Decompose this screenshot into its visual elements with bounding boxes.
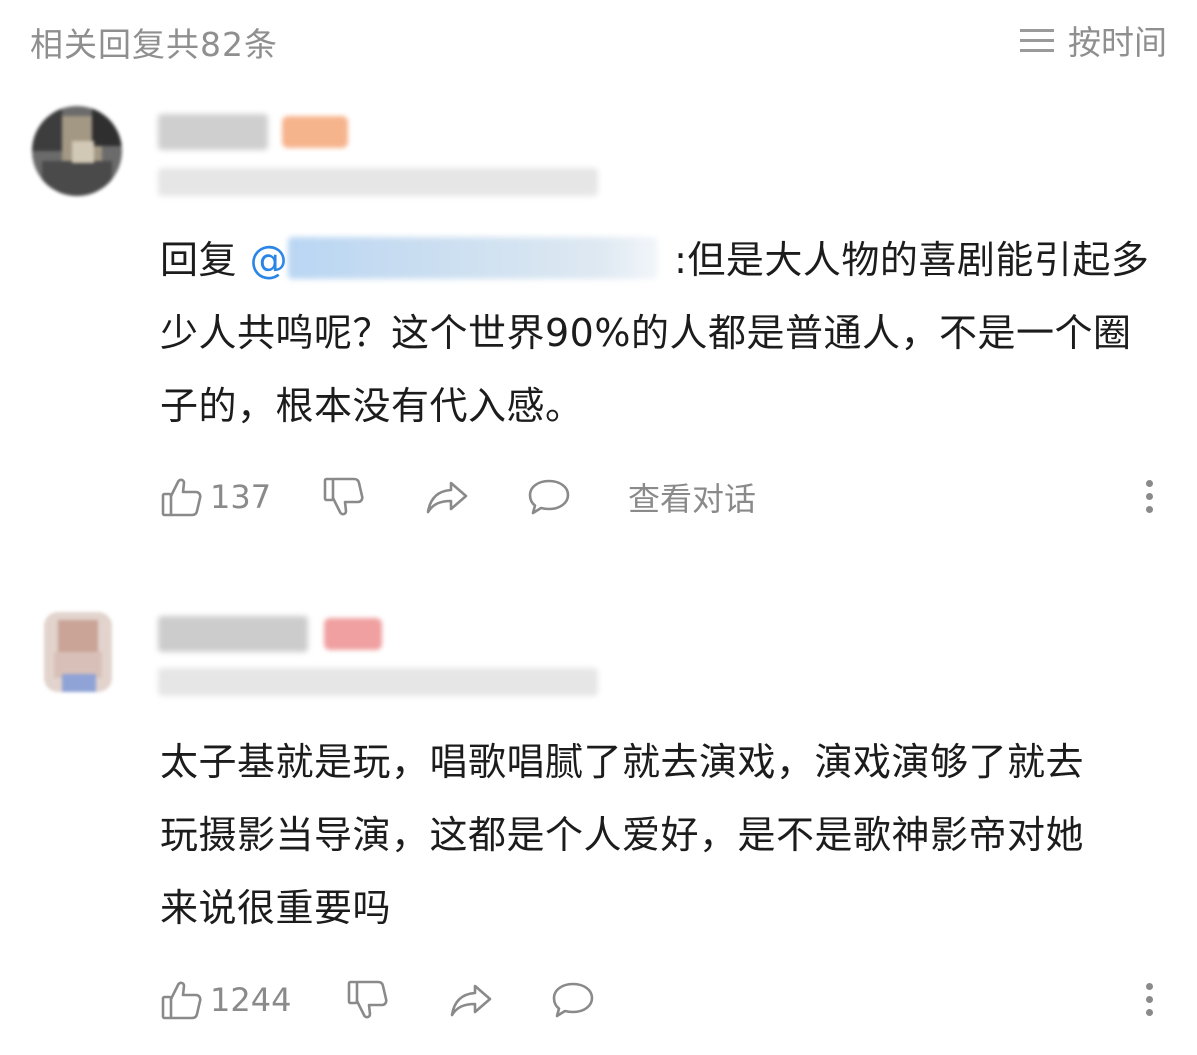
avatar[interactable] bbox=[44, 612, 112, 692]
share-button[interactable] bbox=[448, 975, 494, 1025]
comment-bubble-icon bbox=[552, 982, 594, 1018]
reply-button[interactable] bbox=[550, 975, 596, 1025]
dislike-button[interactable] bbox=[346, 975, 390, 1025]
comment-item: 太子基就是玩，唱歌唱腻了就去演戏，演戏演够了就去玩摄影当导演，这都是个人爱好，是… bbox=[0, 0, 1197, 1055]
like-button[interactable]: 1244 bbox=[160, 975, 291, 1025]
comment-actions: 1244 bbox=[160, 975, 1160, 1025]
thumbs-down-icon bbox=[347, 980, 388, 1019]
username-redacted[interactable] bbox=[158, 616, 308, 652]
share-arrow-icon bbox=[450, 984, 492, 1017]
comment-body: 太子基就是玩，唱歌唱腻了就去演戏，演戏演够了就去玩摄影当导演，这都是个人爱好，是… bbox=[160, 740, 1085, 930]
user-badge bbox=[324, 618, 382, 650]
more-options-button[interactable] bbox=[1140, 975, 1160, 1025]
thumbs-up-icon bbox=[161, 981, 202, 1020]
like-count: 1244 bbox=[210, 981, 292, 1019]
more-dots-icon bbox=[1146, 983, 1153, 990]
comment-meta-redacted bbox=[158, 668, 598, 696]
